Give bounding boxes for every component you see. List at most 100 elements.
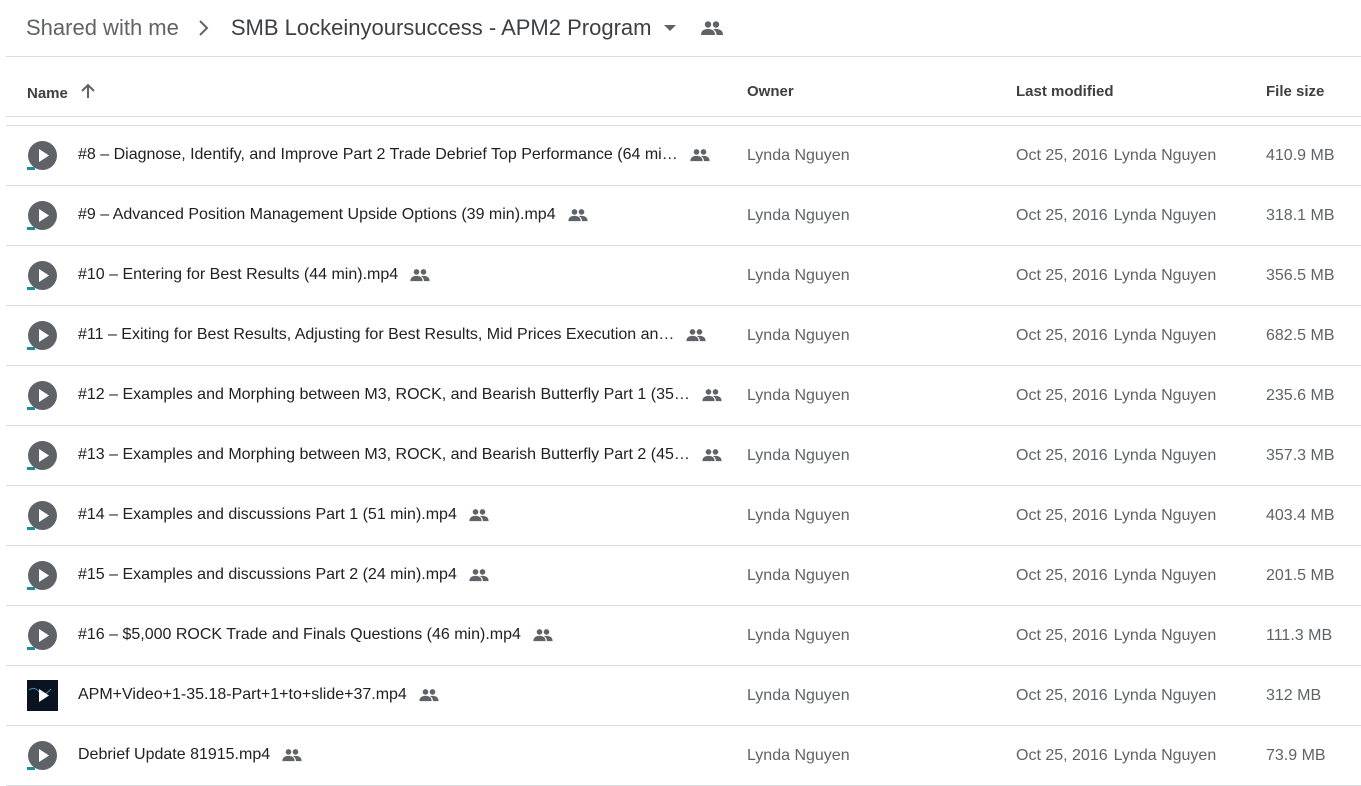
divider <box>6 116 1361 117</box>
breadcrumb-current-folder[interactable]: SMB Lockeinyoursuccess - APM2 Program <box>231 15 652 41</box>
file-name[interactable]: #9 – Advanced Position Management Upside… <box>78 206 588 224</box>
file-size-cell: 356.5 MB <box>1266 267 1335 284</box>
shared-people-icon <box>701 20 724 36</box>
modified-by: Lynda Nguyen <box>1113 387 1217 404</box>
column-header-file-size[interactable]: File size <box>1266 83 1324 100</box>
owner-cell: Lynda Nguyen <box>747 747 850 764</box>
shared-people-icon <box>686 328 707 342</box>
column-header-last-modified[interactable]: Last modified <box>1016 83 1114 100</box>
arrow-up-icon[interactable] <box>68 83 96 103</box>
file-name[interactable]: #12 – Examples and Morphing between M3, … <box>78 386 722 404</box>
owner-cell: Lynda Nguyen <box>747 687 850 704</box>
last-modified-cell: Oct 25, 2016 Lynda Nguyen <box>1016 267 1216 285</box>
column-header-name[interactable]: Name <box>27 83 96 103</box>
file-size-cell: 312 MB <box>1266 687 1322 704</box>
video-file-icon <box>27 440 58 471</box>
shared-people-icon <box>419 688 439 702</box>
file-name[interactable]: #13 – Examples and Morphing between M3, … <box>78 446 722 464</box>
modified-by: Lynda Nguyen <box>1113 267 1217 284</box>
file-name[interactable]: #11 – Exiting for Best Results, Adjustin… <box>78 326 707 344</box>
modified-date: Oct 25, 2016 <box>1016 267 1108 284</box>
file-size-cell: 682.5 MB <box>1266 327 1335 344</box>
table-row[interactable]: #16 – $5,000 ROCK Trade and Finals Quest… <box>6 606 1361 666</box>
last-modified-cell: Oct 25, 2016 Lynda Nguyen <box>1016 327 1216 345</box>
table-row[interactable]: #13 – Examples and Morphing between M3, … <box>6 426 1361 486</box>
file-list: #8 – Diagnose, Identify, and Improve Par… <box>6 126 1361 786</box>
modified-date: Oct 25, 2016 <box>1016 627 1108 644</box>
last-modified-cell: Oct 25, 2016 Lynda Nguyen <box>1016 747 1216 765</box>
video-file-icon <box>27 260 58 291</box>
table-row[interactable]: #15 – Examples and discussions Part 2 (2… <box>6 546 1361 606</box>
owner-cell: Lynda Nguyen <box>747 567 850 584</box>
shared-people-icon <box>702 388 722 402</box>
table-row[interactable]: #9 – Advanced Position Management Upside… <box>6 186 1361 246</box>
modified-by: Lynda Nguyen <box>1113 747 1217 764</box>
file-name[interactable]: #10 – Entering for Best Results (44 min)… <box>78 266 430 284</box>
file-list-header: Name Owner Last modified File size <box>6 57 1361 117</box>
chevron-right-icon <box>197 19 209 37</box>
table-row[interactable]: #14 – Examples and discussions Part 1 (5… <box>6 486 1361 546</box>
file-name[interactable]: #14 – Examples and discussions Part 1 (5… <box>78 506 489 524</box>
table-row[interactable]: #10 – Entering for Best Results (44 min)… <box>6 246 1361 306</box>
shared-people-icon <box>410 268 430 282</box>
video-file-icon <box>27 200 58 231</box>
shared-people-icon <box>702 448 722 462</box>
modified-by: Lynda Nguyen <box>1113 447 1217 464</box>
breadcrumb: Shared with me SMB Lockeinyoursuccess - … <box>26 0 724 56</box>
owner-cell: Lynda Nguyen <box>747 447 850 464</box>
owner-cell: Lynda Nguyen <box>747 507 850 524</box>
shared-people-icon <box>469 508 489 522</box>
video-file-icon <box>27 560 58 591</box>
file-size-cell: 73.9 MB <box>1266 747 1326 764</box>
table-row[interactable]: APM+Video+1-35.18-Part+1+to+slide+37.mp4… <box>6 666 1361 726</box>
last-modified-cell: Oct 25, 2016 Lynda Nguyen <box>1016 627 1216 645</box>
modified-date: Oct 25, 2016 <box>1016 747 1108 764</box>
owner-cell: Lynda Nguyen <box>747 207 850 224</box>
modified-date: Oct 25, 2016 <box>1016 327 1108 344</box>
table-row[interactable]: Debrief Update 81915.mp4 Lynda Nguyen Oct … <box>6 726 1361 786</box>
file-size-cell: 235.6 MB <box>1266 387 1335 404</box>
table-row[interactable]: #8 – Diagnose, Identify, and Improve Par… <box>6 126 1361 186</box>
owner-cell: Lynda Nguyen <box>747 147 850 164</box>
video-file-icon <box>27 620 58 651</box>
last-modified-cell: Oct 25, 2016 Lynda Nguyen <box>1016 147 1216 165</box>
breadcrumb-shared-with-me[interactable]: Shared with me <box>26 15 179 41</box>
shared-people-icon <box>567 208 588 222</box>
shared-people-icon <box>282 748 302 762</box>
video-file-icon <box>27 140 58 171</box>
video-thumbnail <box>27 680 58 711</box>
last-modified-cell: Oct 25, 2016 Lynda Nguyen <box>1016 567 1216 585</box>
file-size-cell: 357.3 MB <box>1266 447 1335 464</box>
owner-cell: Lynda Nguyen <box>747 327 850 344</box>
modified-date: Oct 25, 2016 <box>1016 687 1108 704</box>
video-file-icon <box>27 740 58 771</box>
file-name[interactable]: Debrief Update 81915.mp4 <box>78 746 302 764</box>
video-file-icon <box>27 380 58 411</box>
modified-by: Lynda Nguyen <box>1113 507 1217 524</box>
file-name[interactable]: #8 – Diagnose, Identify, and Improve Par… <box>78 146 710 164</box>
file-name[interactable]: #15 – Examples and discussions Part 2 (2… <box>78 566 489 584</box>
caret-down-icon[interactable] <box>663 23 677 33</box>
modified-date: Oct 25, 2016 <box>1016 507 1108 524</box>
video-file-icon <box>27 320 58 351</box>
table-row[interactable]: #12 – Examples and Morphing between M3, … <box>6 366 1361 426</box>
last-modified-cell: Oct 25, 2016 Lynda Nguyen <box>1016 687 1216 705</box>
file-name[interactable]: APM+Video+1-35.18-Part+1+to+slide+37.mp4 <box>78 686 439 704</box>
file-size-cell: 111.3 MB <box>1266 627 1333 644</box>
file-size-cell: 318.1 MB <box>1266 207 1335 224</box>
modified-by: Lynda Nguyen <box>1113 147 1217 164</box>
file-size-cell: 403.4 MB <box>1266 507 1335 524</box>
modified-by: Lynda Nguyen <box>1113 207 1217 224</box>
modified-by: Lynda Nguyen <box>1113 327 1217 344</box>
file-name[interactable]: #16 – $5,000 ROCK Trade and Finals Quest… <box>78 626 553 644</box>
last-modified-cell: Oct 25, 2016 Lynda Nguyen <box>1016 447 1216 465</box>
file-size-cell: 410.9 MB <box>1266 147 1335 164</box>
modified-date: Oct 25, 2016 <box>1016 447 1108 464</box>
modified-by: Lynda Nguyen <box>1113 687 1217 704</box>
table-row[interactable]: #11 – Exiting for Best Results, Adjustin… <box>6 306 1361 366</box>
column-header-owner[interactable]: Owner <box>747 83 794 100</box>
shared-people-icon <box>469 568 489 582</box>
modified-date: Oct 25, 2016 <box>1016 207 1108 224</box>
last-modified-cell: Oct 25, 2016 Lynda Nguyen <box>1016 507 1216 525</box>
modified-date: Oct 25, 2016 <box>1016 567 1108 584</box>
